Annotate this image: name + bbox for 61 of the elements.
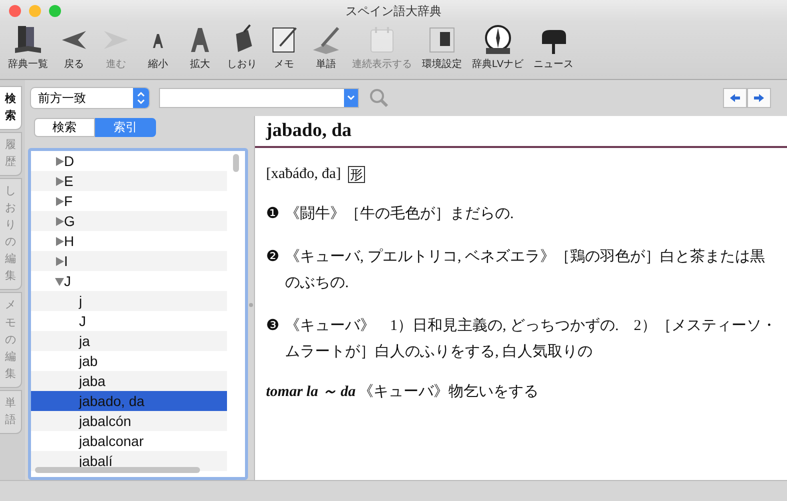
view-tab[interactable]: 検索: [34, 118, 95, 137]
toolbar-button[interactable]: 辞典LVナビ: [468, 22, 528, 73]
window-title: スペイン語大辞典: [346, 2, 442, 20]
search-icon[interactable]: [369, 88, 389, 108]
index-item[interactable]: jab: [31, 351, 227, 371]
collapsed-triangle-icon[interactable]: [55, 196, 64, 206]
toolbar-button[interactable]: メモ: [264, 22, 304, 73]
toolbar-button[interactable]: 環境設定: [418, 22, 466, 73]
collapsed-triangle-icon[interactable]: [55, 256, 64, 266]
vertical-scrollbar[interactable]: [233, 154, 239, 172]
collapsed-triangle-icon[interactable]: [55, 216, 64, 226]
toolbar-button[interactable]: 縮小: [138, 22, 178, 73]
index-item[interactable]: ja: [31, 331, 227, 351]
index-item[interactable]: E: [31, 171, 227, 191]
toolbar-button[interactable]: 拡大: [180, 22, 220, 73]
back-button[interactable]: [723, 88, 747, 108]
index-item[interactable]: j: [31, 291, 227, 311]
horizontal-scrollbar[interactable]: [35, 467, 200, 473]
toolbar-button[interactable]: 戻る: [54, 22, 94, 73]
index-item[interactable]: jabalconar: [31, 431, 227, 451]
view-tab[interactable]: 索引: [95, 118, 156, 137]
index-item[interactable]: J: [31, 311, 227, 331]
collapsed-triangle-icon[interactable]: [55, 236, 64, 246]
toolbar-button[interactable]: 辞典一覧: [4, 22, 52, 73]
sense-text: 《闘牛》［牛の毛色が］まだらの.: [285, 204, 514, 224]
collapsed-triangle-icon[interactable]: [55, 156, 64, 166]
idiom-meaning: 《キューバ》物乞いをする: [358, 384, 539, 400]
search-mode-dropdown[interactable]: 前方一致: [31, 88, 149, 108]
index-item[interactable]: G: [31, 211, 227, 231]
stepper-icon: [133, 88, 149, 108]
headword: jabado, da: [255, 116, 787, 148]
index-item[interactable]: J: [31, 271, 227, 291]
expanded-triangle-icon[interactable]: [55, 276, 64, 286]
forward-button[interactable]: [747, 88, 771, 108]
index-item[interactable]: jabalcón: [31, 411, 227, 431]
part-of-speech-badge: 形: [348, 166, 365, 183]
dropdown-icon: [344, 89, 358, 107]
splitter-handle[interactable]: [249, 303, 253, 307]
zoom-button[interactable]: [49, 5, 61, 17]
close-button[interactable]: [9, 5, 21, 17]
pronunciation: [xaƀáđo, đa]: [266, 166, 341, 183]
idiom-phrase: tomar la ～ da: [266, 384, 356, 400]
index-item[interactable]: I: [31, 251, 227, 271]
index-item[interactable]: D: [31, 151, 227, 171]
side-tab[interactable]: 検索: [0, 86, 22, 130]
sense-text: 《キューバ, プエルトリコ, ベネズエラ》［鶏の羽色が］白と茶または黒のぶちの.: [285, 247, 766, 293]
index-item[interactable]: F: [31, 191, 227, 211]
sense-number: ❶: [266, 205, 280, 224]
sense-text: 《キューバ》 1）日和見主義の, どっちつかずの. 2）［メスティーソ・ムラートが］白人のふりをする, 白人気取りの: [285, 316, 777, 362]
index-item[interactable]: H: [31, 231, 227, 251]
search-field[interactable]: [159, 88, 359, 108]
sense-number: ❷: [266, 248, 280, 267]
collapsed-triangle-icon[interactable]: [55, 176, 64, 186]
index-item[interactable]: jaba: [31, 371, 227, 391]
left-arrow-icon: [729, 93, 741, 103]
toolbar-button[interactable]: しおり: [222, 22, 262, 73]
toolbar-button[interactable]: ニュース: [530, 22, 578, 73]
toolbar-button[interactable]: 単語: [306, 22, 346, 73]
books-icon: [12, 24, 44, 56]
sense-number: ❸: [266, 317, 280, 336]
right-arrow-icon: [753, 93, 765, 103]
